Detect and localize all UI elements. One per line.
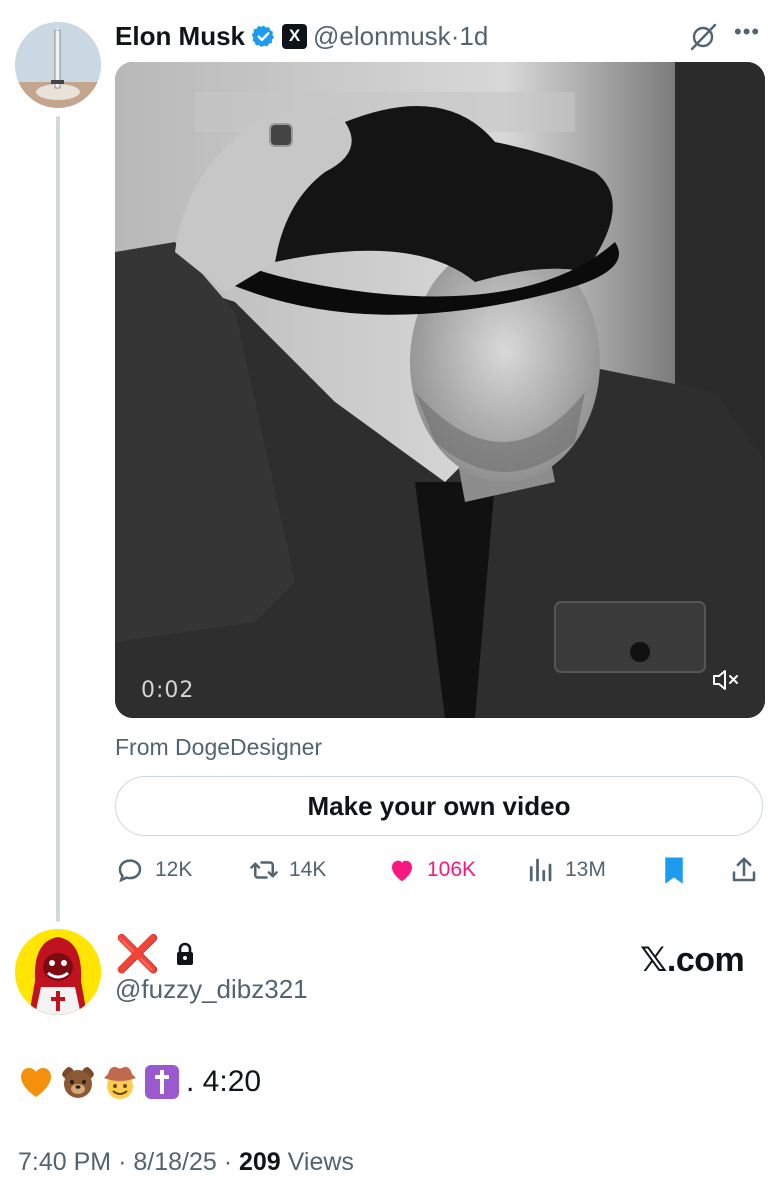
make-your-own-video-button[interactable]: Make your own video	[115, 776, 763, 836]
share-icon[interactable]	[729, 854, 759, 886]
views-icon	[529, 858, 552, 882]
reply-author-header: ❌	[115, 936, 196, 972]
lock-icon	[176, 942, 193, 965]
repost-button[interactable]: 14K	[249, 850, 326, 890]
x-com-watermark: 𝕏.com	[640, 941, 745, 979]
views-label: Views	[287, 1148, 354, 1176]
bear-emoji	[62, 1067, 94, 1098]
reply-author-handle[interactable]: @fuzzy_dibz321	[115, 974, 308, 1005]
views-count-footer: 209	[239, 1148, 281, 1176]
thread-connector-line	[56, 116, 60, 922]
media-attribution[interactable]: From DogeDesigner	[115, 734, 322, 761]
latin-cross-emoji	[145, 1065, 179, 1099]
reply-author-avatar[interactable]	[15, 929, 101, 1015]
heart-icon	[392, 860, 412, 882]
mute-icon[interactable]	[710, 666, 742, 694]
views-button[interactable]: 13M	[525, 850, 606, 890]
like-count: 106K	[427, 858, 477, 881]
bookmark-icon[interactable]	[659, 854, 689, 886]
rocket-launch-image	[15, 22, 101, 108]
repost-count: 14K	[289, 858, 327, 881]
views-count: 13M	[565, 858, 606, 881]
x-affiliate-icon: X	[282, 23, 308, 49]
author-handle[interactable]: @elonmusk·1d	[313, 21, 488, 52]
repost-icon	[250, 861, 278, 879]
tweet-age: 1d	[459, 20, 489, 51]
video-duration: 0:02	[141, 678, 195, 703]
reply-display-name[interactable]: ❌	[115, 936, 160, 972]
author-header: Elon Musk X @elonmusk·1d	[115, 18, 488, 54]
video-frame	[115, 62, 765, 718]
red-hood-figure-image	[15, 929, 101, 1015]
like-button[interactable]: 106K	[387, 850, 476, 890]
reply-footer: 7:40 PM · 8/18/25 · 209 Views	[18, 1148, 354, 1176]
tweet-action-bar: 12K 14K 106K 13M	[115, 850, 765, 890]
reply-text-suffix: . 4:20	[186, 1065, 262, 1098]
grok-icon[interactable]	[688, 22, 718, 52]
post-time[interactable]: 7:40 PM	[18, 1148, 111, 1176]
post-date[interactable]: 8/18/25	[133, 1148, 216, 1176]
reply-button[interactable]: 12K	[115, 850, 192, 890]
reply-count: 12K	[155, 858, 193, 881]
author-avatar[interactable]	[15, 22, 101, 108]
cowboy-face-emoji	[104, 1066, 136, 1099]
author-name[interactable]: Elon Musk	[115, 21, 245, 52]
video-player[interactable]	[115, 62, 765, 718]
reply-icon	[118, 859, 142, 883]
verified-badge-icon	[251, 25, 275, 47]
more-icon[interactable]: •••	[734, 21, 766, 50]
reply-text: . 4:20	[18, 1060, 261, 1104]
orange-heart-emoji	[21, 1068, 51, 1097]
